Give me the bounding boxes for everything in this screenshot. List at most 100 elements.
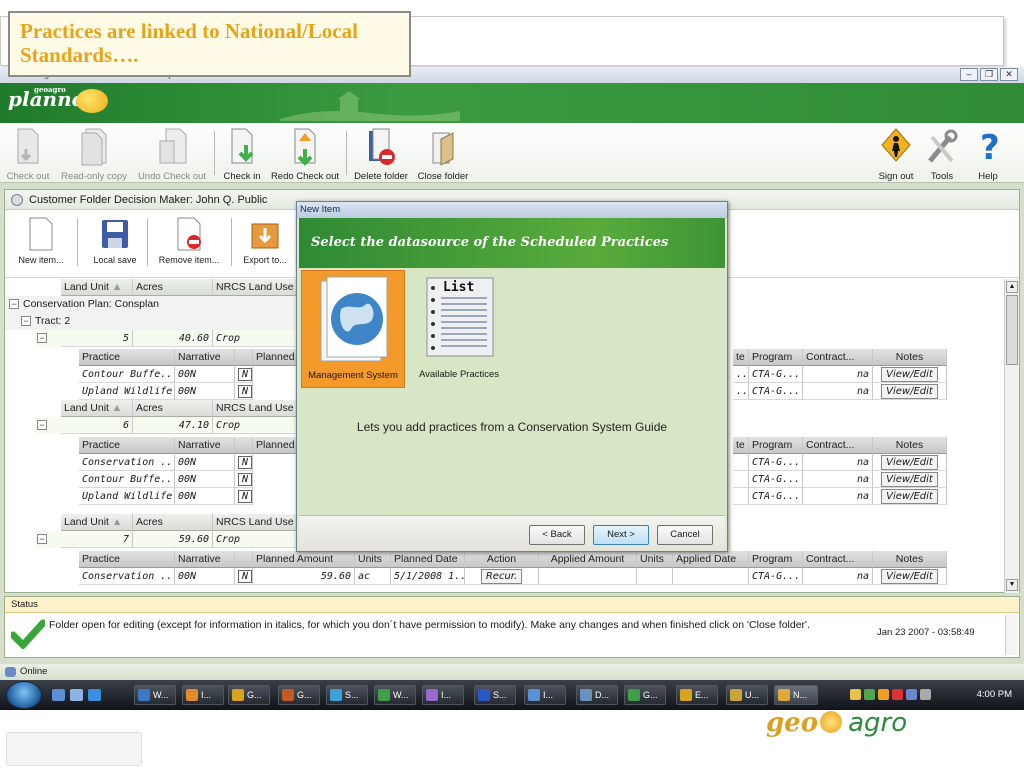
cancel-button[interactable]: Cancel [657, 525, 713, 545]
undo-checkout-button[interactable]: Undo Check out [134, 127, 210, 182]
status-scrollbar[interactable] [1005, 615, 1017, 655]
taskbar-task-button[interactable]: D... [576, 685, 618, 705]
view-edit-button[interactable]: View/Edit [881, 489, 938, 504]
collapse-plan-toggle[interactable]: − [9, 299, 19, 309]
taskbar-task-button[interactable]: I... [182, 685, 224, 705]
show-desktop-icon[interactable] [52, 689, 65, 701]
next-button[interactable]: Next > [593, 525, 649, 545]
checkin-button[interactable]: Check in [220, 127, 264, 182]
flag-box[interactable]: N [238, 570, 252, 583]
taskbar-task-button[interactable]: I... [524, 685, 566, 705]
taskbar-task-button[interactable]: W... [134, 685, 176, 705]
land-unit-column-header[interactable]: Land Unit ▲ [61, 279, 133, 296]
narrative-column-header[interactable]: Narrative [175, 349, 235, 366]
land-use-column-header[interactable]: NRCS Land Use [213, 279, 301, 296]
units-column-header[interactable]: Units [355, 551, 391, 568]
applied-date-cell[interactable] [673, 568, 749, 585]
tray-volume-icon[interactable] [920, 689, 931, 700]
action-column-header[interactable]: Action [465, 551, 539, 568]
land-unit-row[interactable]: − 6 47.10 Crop [35, 417, 305, 434]
view-edit-button[interactable]: View/Edit [881, 384, 938, 399]
readonly-copy-button[interactable]: Read-only copy [58, 127, 130, 182]
taskbar-task-button[interactable]: N... [774, 685, 818, 705]
taskbar-task-button[interactable]: G... [624, 685, 666, 705]
contract-column-header[interactable]: Contract... [803, 437, 873, 454]
collapse-unit-toggle[interactable]: − [37, 534, 47, 544]
flag-column-header[interactable] [235, 349, 253, 366]
back-button[interactable]: < Back [529, 525, 585, 545]
flag-column-header[interactable] [235, 551, 253, 568]
practice-row[interactable]: Contour Buffe... 00N N [63, 471, 303, 488]
applied-date-column-header[interactable]: te [733, 349, 749, 366]
collapse-tract-toggle[interactable]: − [21, 316, 31, 326]
program-column-header[interactable]: Program [749, 349, 803, 366]
narrative-column-header[interactable]: Narrative [175, 437, 235, 454]
notes-column-header[interactable]: Notes [873, 437, 947, 454]
switch-windows-icon[interactable] [70, 689, 83, 701]
taskbar-task-button[interactable]: S... [326, 685, 368, 705]
practice-column-header[interactable]: Practice [79, 551, 175, 568]
export-button[interactable]: Export to... [239, 216, 291, 265]
taskbar-task-button[interactable]: W... [374, 685, 416, 705]
checkout-button[interactable]: Check out [4, 127, 52, 182]
applied-amount-cell[interactable] [539, 568, 637, 585]
tray-alert-icon[interactable] [892, 689, 903, 700]
close-window-button[interactable]: ✕ [1000, 68, 1018, 81]
practice-column-header[interactable]: Practice [79, 437, 175, 454]
applied-amount-column-header[interactable]: Applied Amount [539, 551, 637, 568]
flag-box[interactable]: N [238, 368, 252, 381]
taskbar-task-button[interactable]: S... [474, 685, 516, 705]
taskbar-task-button[interactable]: I... [422, 685, 464, 705]
taskbar-task-button[interactable]: G... [228, 685, 270, 705]
grid-scrollbar[interactable]: ▲ ▼ [1004, 279, 1019, 593]
practice-column-header[interactable]: Practice [79, 349, 175, 366]
local-save-button[interactable]: Local save [89, 216, 141, 265]
practice-row[interactable]: Upland Wildlife... 00N N [63, 383, 303, 400]
close-folder-button[interactable]: Close folder [414, 127, 472, 182]
land-unit-column-header[interactable]: Land Unit ▲ [61, 514, 133, 531]
view-edit-button[interactable]: View/Edit [881, 367, 938, 382]
collapse-unit-toggle[interactable]: − [37, 420, 47, 430]
land-use-column-header[interactable]: NRCS Land Use [213, 400, 301, 417]
recur-button[interactable]: Recur. [480, 569, 523, 584]
contract-column-header[interactable]: Contract... [803, 349, 873, 366]
view-edit-button[interactable]: View/Edit [881, 455, 938, 470]
scroll-up-icon[interactable]: ▲ [1006, 281, 1018, 293]
practice-row-right[interactable]: .. CTA-G... na View/Edit [733, 383, 947, 400]
taskbar-task-button[interactable]: E... [676, 685, 718, 705]
new-item-button[interactable]: New item... [15, 216, 67, 265]
acres-column-header[interactable]: Acres [133, 279, 213, 296]
redo-checkout-button[interactable]: Redo Check out [268, 127, 342, 182]
practice-row[interactable]: Upland Wildlife... 00N N [63, 488, 303, 505]
practice-row[interactable]: Conservation ... 00N N [63, 454, 303, 471]
planned-date-column-header[interactable]: Planned Date [391, 551, 465, 568]
land-unit-column-header[interactable]: Land Unit ▲ [61, 400, 133, 417]
help-button[interactable]: ? Help [970, 127, 1006, 182]
tray-mail-icon[interactable] [850, 689, 861, 700]
practice-row-right[interactable]: CTA-G... na View/Edit [733, 471, 947, 488]
view-edit-button[interactable]: View/Edit [881, 569, 938, 584]
available-practices-option[interactable]: List Available Practices [415, 270, 503, 388]
applied-date-column-header[interactable]: te [733, 437, 749, 454]
practice-row-right[interactable]: CTA-G... na View/Edit [733, 454, 947, 471]
flag-box[interactable]: N [238, 490, 252, 503]
practice-row-right[interactable]: .. CTA-G... na View/Edit [733, 366, 947, 383]
restore-button[interactable]: ❐ [980, 68, 998, 81]
program-column-header[interactable]: Program [749, 437, 803, 454]
tray-security-icon[interactable] [878, 689, 889, 700]
taskbar-task-button[interactable]: U... [726, 685, 768, 705]
flag-box[interactable]: N [238, 385, 252, 398]
flag-box[interactable]: N [238, 473, 252, 486]
practice-row-right[interactable]: CTA-G... na View/Edit [733, 488, 947, 505]
scroll-thumb[interactable] [1006, 295, 1018, 365]
program-column-header[interactable]: Program [749, 551, 803, 568]
land-unit-row[interactable]: − 7 59.60 Crop [35, 531, 305, 548]
tray-user-icon[interactable] [864, 689, 875, 700]
flag-box[interactable]: N [238, 456, 252, 469]
management-system-option[interactable]: Management System [301, 270, 405, 388]
notes-column-header[interactable]: Notes [873, 551, 947, 568]
contract-column-header[interactable]: Contract... [803, 551, 873, 568]
applied-units-cell[interactable] [637, 568, 673, 585]
internet-explorer-icon[interactable] [88, 689, 101, 701]
acres-column-header[interactable]: Acres [133, 400, 213, 417]
